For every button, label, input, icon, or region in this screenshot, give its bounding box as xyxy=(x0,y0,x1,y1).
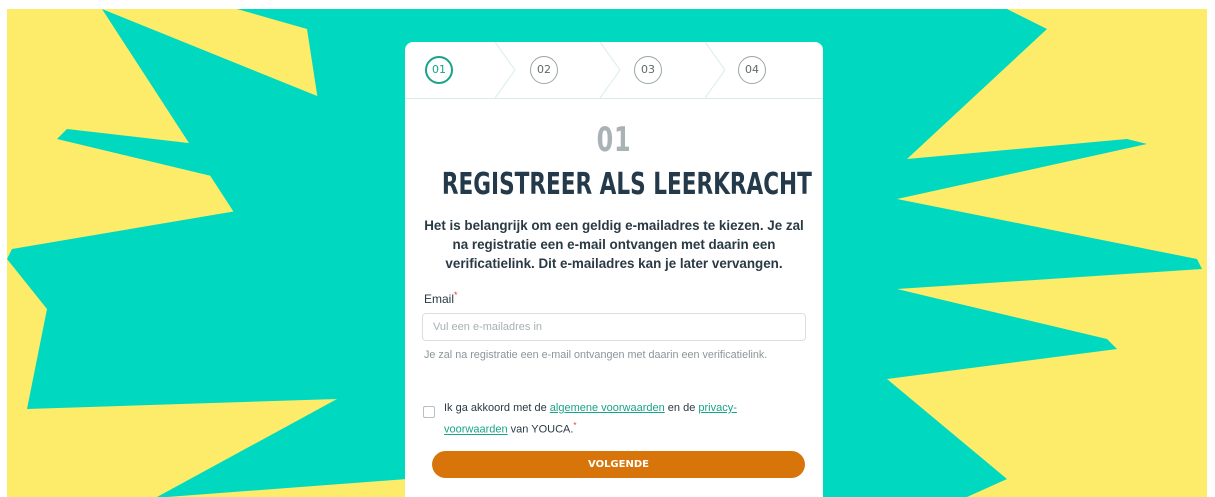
step-4-indicator: 04 xyxy=(738,56,766,84)
terms-middle: en de xyxy=(664,402,699,414)
intro-text: Het is belangrijk om een geldig e-mailad… xyxy=(424,218,804,271)
step-3-indicator: 03 xyxy=(634,56,662,84)
terms-agreement: Ik ga akkoord met de algemene voorwaarde… xyxy=(423,399,813,439)
terms-link[interactable]: algemene voorwaarden xyxy=(550,402,665,414)
terms-prefix: Ik ga akkoord met de xyxy=(444,402,550,414)
next-button[interactable]: VOLGENDE xyxy=(432,451,805,478)
terms-checkbox[interactable] xyxy=(423,406,435,418)
step-2-indicator: 02 xyxy=(530,56,558,84)
terms-suffix: van YOUCA. xyxy=(507,423,574,436)
terms-required-marker: * xyxy=(573,421,577,430)
email-label: Email* xyxy=(424,290,458,306)
step-progress: 01 02 03 04 xyxy=(405,42,823,99)
email-hint: Je zal na registratie een e-mail ontvang… xyxy=(424,349,768,361)
email-label-text: Email xyxy=(424,292,455,306)
page-title: REGISTREER ALS LEERKRACHT xyxy=(441,167,812,202)
terms-text: Ik ga akkoord met de algemene voorwaarde… xyxy=(444,399,794,439)
email-field[interactable] xyxy=(422,313,806,341)
required-marker: * xyxy=(454,290,458,300)
step-1-indicator: 01 xyxy=(425,56,453,84)
registration-card: 01 02 03 04 01 REGISTREER ALS LEERKRACHT… xyxy=(405,42,823,497)
current-step-number: 01 xyxy=(596,120,632,160)
